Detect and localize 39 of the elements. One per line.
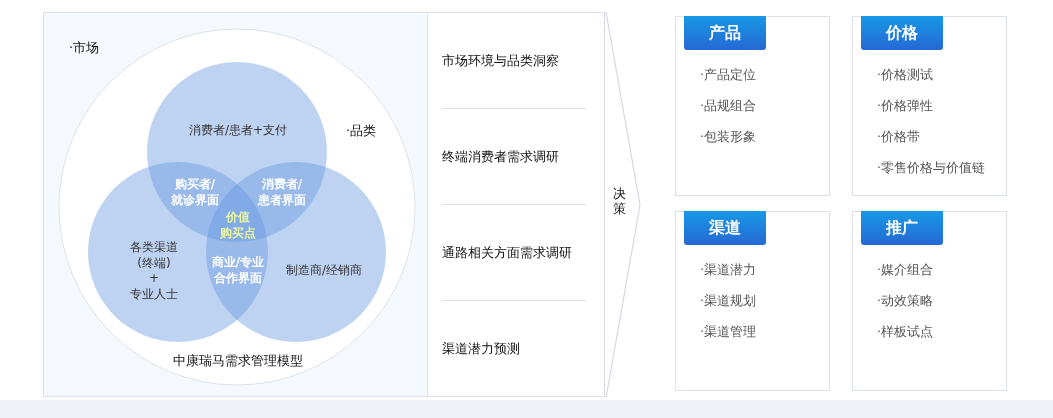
card-item: ·零售价格与价值链 — [877, 159, 986, 177]
card-header: 产品 — [684, 16, 766, 50]
venn-label: 购买点 — [220, 226, 256, 242]
card-item: ·产品定位 — [700, 66, 757, 84]
card-item: ·价格弹性 — [877, 97, 934, 115]
card-item: ·渠道管理 — [700, 323, 757, 341]
decision-label: 决策 — [613, 187, 626, 217]
venn-label: 消费者/ — [261, 177, 303, 193]
card-item: ·渠道规划 — [700, 292, 757, 310]
venn-label: 患者界面 — [258, 193, 306, 209]
venn-label: ·品类 — [346, 122, 377, 140]
venn-label: 购买者/ — [174, 177, 216, 193]
card-item: ·价格测试 — [877, 66, 934, 84]
research-item: 市场环境与品类洞察 — [442, 51, 559, 70]
venn-label: 专业人士 — [130, 286, 178, 303]
card-item: ·价格带 — [877, 128, 921, 146]
card-item: ·包装形象 — [700, 128, 757, 146]
card-header: 推广 — [861, 211, 943, 245]
venn-label: 就诊界面 — [171, 193, 219, 209]
venn-label: ·市场 — [69, 39, 100, 57]
research-item: 终端消费者需求调研 — [442, 147, 559, 166]
venn-label: (终端) — [137, 255, 171, 271]
diagram-caption: 中康瑞马需求管理模型 — [173, 352, 303, 370]
venn-label: + — [148, 271, 160, 287]
venn-label: 制造商/经销商 — [286, 263, 362, 279]
research-item: 通路相关方面需求调研 — [442, 243, 572, 262]
venn-label: 价值 — [226, 210, 250, 226]
card-item: ·动效策略 — [877, 292, 934, 310]
card-item: ·品规组合 — [700, 97, 757, 115]
research-item: 渠道潜力预测 — [442, 339, 520, 358]
card-header: 渠道 — [684, 211, 766, 245]
venn-label: 商业/专业 — [211, 255, 265, 271]
card-item: ·渠道潜力 — [700, 261, 757, 279]
venn-label: 合作界面 — [214, 271, 262, 287]
card-item: ·样板试点 — [877, 323, 934, 341]
venn-label: 各类渠道 — [130, 239, 178, 256]
card-header: 价格 — [861, 16, 943, 50]
card-item: ·媒介组合 — [877, 261, 934, 279]
venn-label: 消费者/患者+支付 — [188, 123, 288, 139]
